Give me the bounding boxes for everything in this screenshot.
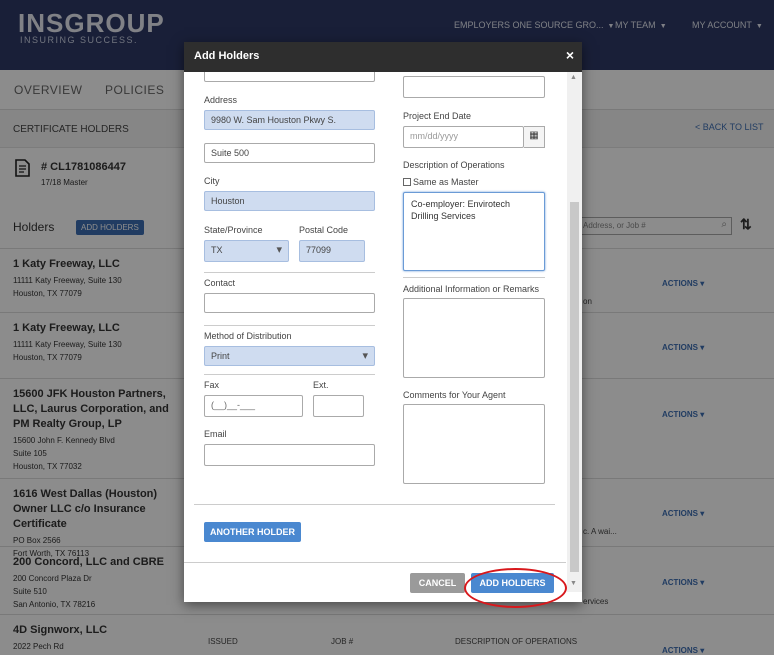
calendar-icon[interactable]: ▦ — [524, 126, 545, 148]
divider — [204, 374, 375, 375]
cancel-button[interactable]: CANCEL — [410, 573, 465, 593]
state-label: State/Province — [204, 225, 263, 235]
add-holders-modal: Add Holders × Address 9980 W. Sam Housto… — [184, 42, 582, 602]
modal-title: Add Holders — [194, 50, 260, 62]
city-label: City — [204, 176, 220, 186]
close-icon[interactable]: × — [566, 47, 574, 63]
scroll-up-icon[interactable]: ▲ — [570, 74, 577, 81]
city-input[interactable]: Houston — [204, 191, 375, 211]
divider — [204, 272, 375, 273]
modal-header: Add Holders × — [184, 42, 582, 72]
scroll-down-icon[interactable]: ▼ — [570, 580, 577, 587]
same-as-master-checkbox[interactable] — [403, 178, 411, 186]
email-input[interactable] — [204, 444, 375, 466]
description-label: Description of Operations — [403, 160, 505, 170]
modal-body: Address 9980 W. Sam Houston Pkwy S. Suit… — [184, 72, 566, 562]
comments-label: Comments for Your Agent — [403, 390, 506, 400]
distribution-method-select[interactable]: Print — [204, 346, 375, 366]
project-end-date-input[interactable]: mm/dd/yyyy — [403, 126, 524, 148]
divider — [204, 325, 375, 326]
description-textarea[interactable]: Co-employer: Envirotech Drilling Service… — [403, 192, 545, 271]
method-label: Method of Distribution — [204, 331, 292, 341]
contact-input[interactable] — [204, 293, 375, 313]
additional-info-label: Additional Information or Remarks — [403, 284, 540, 294]
ext-label: Ext. — [313, 380, 329, 390]
scroll-thumb[interactable] — [570, 202, 579, 572]
fax-input[interactable]: (__)__-___ — [204, 395, 303, 417]
fax-label: Fax — [204, 380, 220, 390]
divider — [403, 277, 545, 278]
postal-code-label: Postal Code — [299, 225, 349, 235]
previous-field[interactable] — [204, 72, 375, 82]
another-holder-button[interactable]: ANOTHER HOLDER — [204, 522, 301, 542]
contact-label: Contact — [204, 278, 236, 288]
divider — [194, 504, 555, 505]
address-label: Address — [204, 95, 238, 105]
annotation-circle — [464, 568, 567, 608]
comments-textarea[interactable] — [403, 404, 545, 484]
ext-input[interactable] — [313, 395, 364, 417]
modal-scrollbar[interactable]: ▲ ▼ — [567, 72, 582, 592]
email-label: Email — [204, 429, 227, 439]
address-line1-input[interactable]: 9980 W. Sam Houston Pkwy S. — [204, 110, 375, 130]
state-select[interactable]: TX — [204, 240, 289, 262]
postal-code-input[interactable]: 77099 — [299, 240, 365, 262]
address-line2-input[interactable]: Suite 500 — [204, 143, 375, 163]
additional-info-textarea[interactable] — [403, 298, 545, 378]
project-end-label: Project End Date — [403, 111, 472, 121]
same-as-master-label: Same as Master — [413, 177, 479, 187]
project-start-input[interactable] — [403, 76, 545, 98]
